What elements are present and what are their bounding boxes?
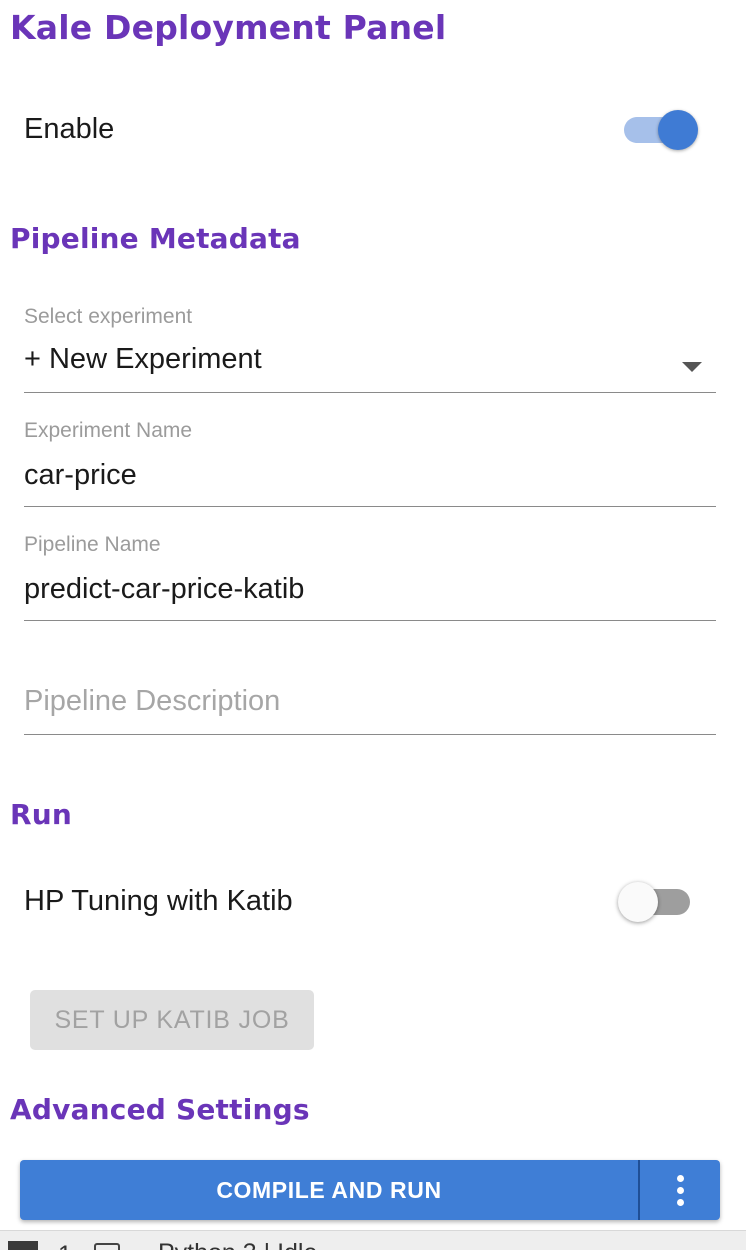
enable-toggle[interactable] bbox=[624, 110, 700, 150]
pipeline-name-value: predict-car-price-katib bbox=[24, 573, 305, 605]
kale-deployment-panel: Kale Deployment Panel Enable Pipeline Me… bbox=[0, 0, 746, 1250]
compile-and-run-button[interactable]: COMPILE AND RUN bbox=[20, 1160, 638, 1220]
terminal-icon[interactable] bbox=[8, 1241, 38, 1250]
hp-tuning-toggle[interactable] bbox=[618, 882, 694, 922]
experiment-select[interactable]: Select experiment + New Experiment bbox=[24, 305, 716, 393]
kernel-icon bbox=[94, 1243, 120, 1250]
status-bar: 1 Python 3 | Idle bbox=[0, 1230, 746, 1250]
more-vertical-icon[interactable] bbox=[640, 1160, 720, 1220]
experiment-select-value: + New Experiment bbox=[24, 343, 262, 375]
pipeline-name-field[interactable]: Pipeline Name predict-car-price-katib bbox=[24, 533, 716, 621]
status-count: 1 bbox=[58, 1241, 72, 1250]
experiment-name-label: Experiment Name bbox=[24, 419, 193, 442]
more-dot bbox=[677, 1187, 684, 1194]
run-heading: Run bbox=[10, 798, 73, 831]
dropdown-arrow-icon[interactable] bbox=[682, 362, 702, 372]
compile-run-button-group: COMPILE AND RUN bbox=[20, 1160, 720, 1220]
pipeline-description-field[interactable]: Pipeline Description bbox=[24, 680, 716, 735]
hp-tuning-label: HP Tuning with Katib bbox=[24, 885, 293, 917]
pipeline-name-label: Pipeline Name bbox=[24, 533, 161, 556]
enable-label: Enable bbox=[24, 113, 115, 145]
pipeline-metadata-heading: Pipeline Metadata bbox=[10, 222, 301, 255]
more-dot bbox=[677, 1175, 684, 1182]
experiment-select-label: Select experiment bbox=[24, 305, 193, 328]
more-dot bbox=[677, 1199, 684, 1206]
advanced-settings-heading[interactable]: Advanced Settings bbox=[10, 1093, 310, 1126]
enable-toggle-thumb bbox=[658, 110, 698, 150]
hp-tuning-toggle-thumb bbox=[618, 882, 658, 922]
pipeline-description-placeholder: Pipeline Description bbox=[24, 685, 281, 717]
experiment-name-field[interactable]: Experiment Name car-price bbox=[24, 419, 716, 507]
set-up-katib-job-button[interactable]: SET UP KATIB JOB bbox=[30, 990, 314, 1050]
experiment-name-value: car-price bbox=[24, 459, 137, 491]
panel-title: Kale Deployment Panel bbox=[10, 8, 447, 47]
kernel-status[interactable]: Python 3 | Idle bbox=[158, 1239, 317, 1250]
